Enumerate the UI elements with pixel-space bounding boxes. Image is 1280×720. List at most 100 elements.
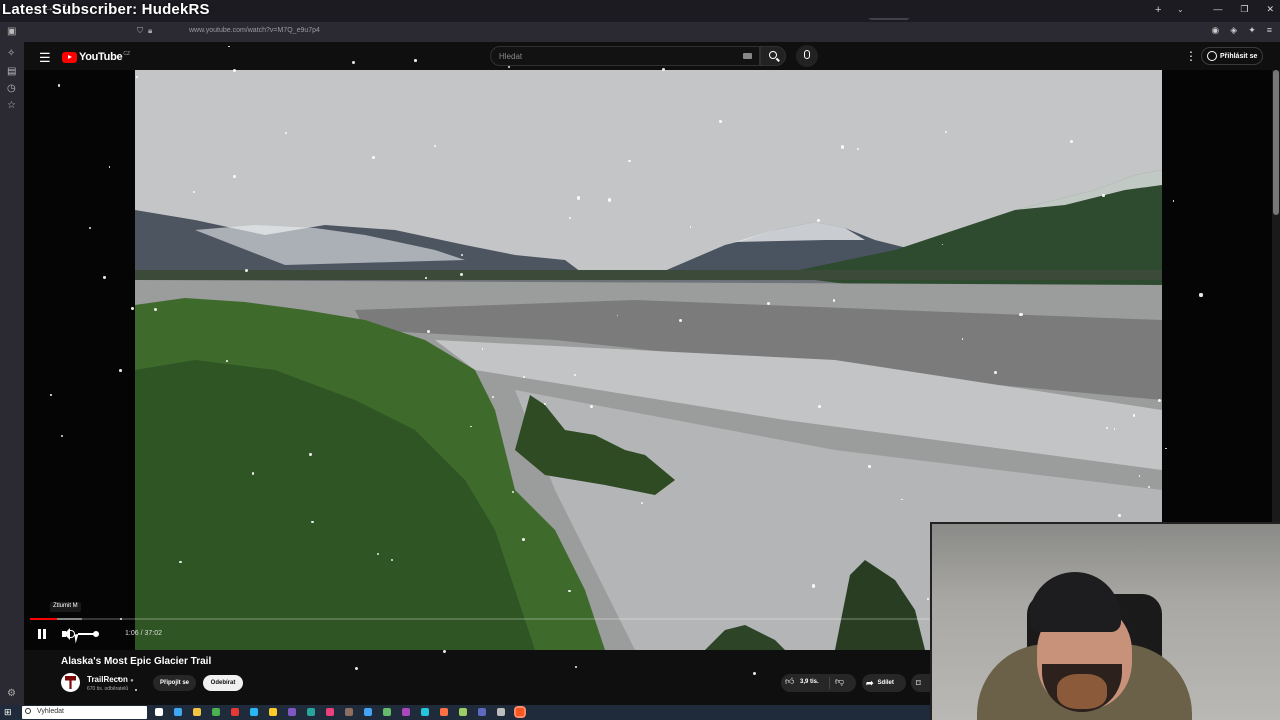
new-tab-button[interactable]: +: [1155, 4, 1161, 16]
channel-avatar[interactable]: [61, 673, 80, 692]
taskbar-app-icon[interactable]: [155, 708, 163, 716]
snowflake: [1132, 414, 1136, 417]
taskbar-app-icon[interactable]: [193, 708, 201, 716]
sidebar-history-icon[interactable]: ◷: [7, 83, 16, 94]
mute-tooltip: Ztlumit M: [50, 602, 81, 612]
taskbar-app-icon[interactable]: [497, 708, 505, 716]
url-text[interactable]: www.youtube.com/watch?v=M7Q_e9u7p4: [189, 27, 320, 34]
extensions-icon[interactable]: ✦: [1248, 25, 1256, 36]
gear-icon[interactable]: ⚙: [7, 688, 16, 699]
snowflake: [131, 307, 134, 310]
snowflake: [1118, 514, 1121, 517]
keyboard-icon[interactable]: [743, 53, 752, 59]
close-window-button[interactable]: ✕: [1266, 4, 1274, 15]
youtube-logo[interactable]: YouTube CZ: [62, 51, 130, 63]
thumbs-down-icon[interactable]: 👎︎: [835, 676, 844, 687]
snowflake: [811, 584, 816, 588]
person-hands: [1057, 674, 1107, 709]
snowflake: [179, 560, 182, 564]
account-icon[interactable]: ◉: [1211, 25, 1219, 36]
snowflake: [1199, 293, 1203, 297]
video-title: Alaska's Most Epic Glacier Trail: [61, 656, 212, 667]
taskbar-app-icon[interactable]: [231, 708, 239, 716]
volume-slider-handle[interactable]: [93, 631, 99, 637]
snowflake: [927, 598, 930, 600]
snowflake: [1019, 312, 1023, 317]
snowflake: [512, 490, 514, 493]
search-input[interactable]: Hledat: [490, 46, 760, 66]
shield-icon[interactable]: ⛉: [137, 26, 143, 36]
snowflake: [607, 198, 611, 202]
snowflake: [719, 120, 722, 123]
taskbar-app-icon[interactable]: [174, 708, 182, 716]
snowflake: [460, 272, 464, 276]
taskbar-app-icon[interactable]: [364, 708, 372, 716]
snowflake: [868, 465, 871, 468]
taskbar-app-icon[interactable]: [383, 708, 391, 716]
maximize-button[interactable]: ❐: [1240, 4, 1248, 15]
snowflake: [414, 59, 417, 62]
taskbar-app-icon[interactable]: [440, 708, 448, 716]
video-progress-bar[interactable]: [30, 618, 930, 620]
taskbar-app-icon[interactable]: [212, 708, 220, 716]
taskbar-app-icon[interactable]: [459, 708, 467, 716]
snowflake: [522, 538, 525, 541]
snowflake: [354, 666, 358, 670]
lock-icon[interactable]: 🔒︎: [148, 26, 152, 36]
snowflake: [372, 155, 376, 159]
sidebar-library-icon[interactable]: ▤: [7, 66, 16, 77]
snowflake: [1172, 200, 1175, 202]
scrollbar-thumb[interactable]: [1273, 70, 1279, 215]
snowflake: [118, 369, 122, 372]
start-icon[interactable]: ⊞: [4, 707, 12, 718]
taskbar-app-icon[interactable]: [421, 708, 429, 716]
snowflake: [628, 159, 631, 163]
channel-name[interactable]: TrailRecon ●: [87, 675, 134, 684]
sidebar-toggle-icon[interactable]: ▣: [7, 26, 16, 37]
snowflake: [589, 404, 593, 408]
snowflake: [507, 65, 510, 68]
search-button[interactable]: [760, 46, 786, 66]
voice-search-button[interactable]: [796, 45, 818, 67]
sidebar-bookmarks-icon[interactable]: ☆: [7, 100, 16, 111]
taskbar-app-icon[interactable]: [478, 708, 486, 716]
sidebar-ai-icon[interactable]: ✧: [7, 48, 15, 59]
snowflake: [543, 402, 546, 405]
save-icon: ⌑: [916, 677, 921, 688]
menu-icon[interactable]: ☰: [39, 50, 51, 66]
thumbs-up-icon[interactable]: 👍︎: [785, 676, 794, 687]
pause-button[interactable]: [37, 629, 47, 640]
snowflake: [1069, 139, 1073, 143]
taskbar-app-icon[interactable]: [345, 708, 353, 716]
snowflake: [311, 521, 314, 524]
subscribe-button[interactable]: Odebírat: [203, 675, 243, 691]
menu-icon[interactable]: ≡: [1267, 25, 1272, 36]
sign-in-button[interactable]: Přihlásit se: [1201, 47, 1263, 65]
volume-icon[interactable]: [61, 627, 75, 641]
snowflake: [285, 132, 287, 134]
person-cap: [1029, 572, 1121, 632]
played-bar: [30, 618, 57, 620]
channel-subscriber-count: 670 tis. odběratelů: [87, 686, 129, 692]
join-button[interactable]: Připojit se: [153, 675, 196, 691]
share-icon: ➦: [866, 677, 874, 688]
taskbar-search-input[interactable]: Vyhledat: [22, 706, 147, 719]
window-controls: — ❐ ✕: [1213, 4, 1274, 15]
taskbar-app-icon[interactable]: [402, 708, 410, 716]
more-options-icon[interactable]: ⋮: [1185, 49, 1197, 63]
taskbar-app-icon[interactable]: [326, 708, 334, 716]
taskbar-app-icon[interactable]: [307, 708, 315, 716]
snowflake: [816, 219, 820, 223]
snowflake: [233, 175, 236, 178]
taskbar-app-icon[interactable]: [288, 708, 296, 716]
address-bar[interactable]: [132, 2, 1092, 18]
pocket-icon[interactable]: ◈: [1230, 25, 1237, 36]
tab-list-dropdown-icon[interactable]: ⌄: [1177, 5, 1184, 14]
like-count[interactable]: 3,9 tis.: [800, 679, 819, 685]
taskbar-app-icon[interactable]: [250, 708, 258, 716]
snowflake: [857, 147, 860, 150]
share-button[interactable]: ➦ Sdílet: [862, 674, 906, 692]
minimize-button[interactable]: —: [1213, 4, 1222, 15]
taskbar-app-icon[interactable]: [514, 706, 526, 718]
taskbar-app-icon[interactable]: [269, 708, 277, 716]
